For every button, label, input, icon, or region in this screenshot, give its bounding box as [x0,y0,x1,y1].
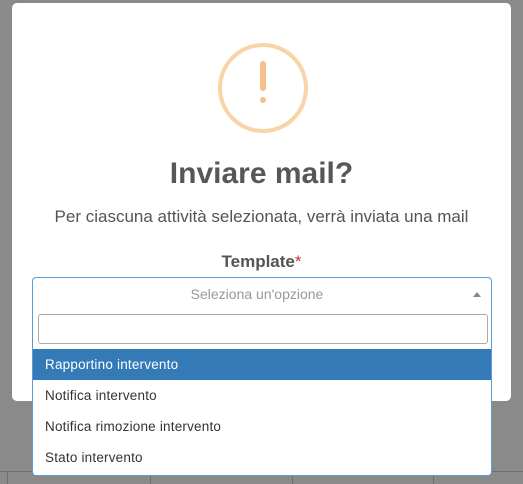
warning-icon-dot [260,97,266,103]
warning-icon-bar [260,61,266,91]
select-placeholder: Seleziona un'opzione [190,286,324,302]
template-label-text: Template [221,252,295,271]
option-list: Rapportino intervento Notifica intervent… [33,349,491,473]
template-field-label: Template* [12,252,511,272]
option-rapportino-intervento[interactable]: Rapportino intervento [33,349,491,380]
warning-icon [218,43,308,133]
option-notifica-rimozione-intervento[interactable]: Notifica rimozione intervento [33,411,491,442]
background-table-divider [7,471,8,484]
chevron-up-icon[interactable] [473,292,481,297]
dropdown-search-input[interactable] [38,314,488,344]
option-notifica-intervento[interactable]: Notifica intervento [33,380,491,411]
dialog-title: Inviare mail? [169,157,354,190]
required-marker: * [294,252,302,271]
template-dropdown: Rapportino intervento Notifica intervent… [32,308,492,476]
template-select[interactable]: Seleziona un'opzione [32,277,492,309]
dialog-message: Per ciascuna attività selezionata, verrà… [54,207,469,226]
option-stato-intervento[interactable]: Stato intervento [33,442,491,473]
